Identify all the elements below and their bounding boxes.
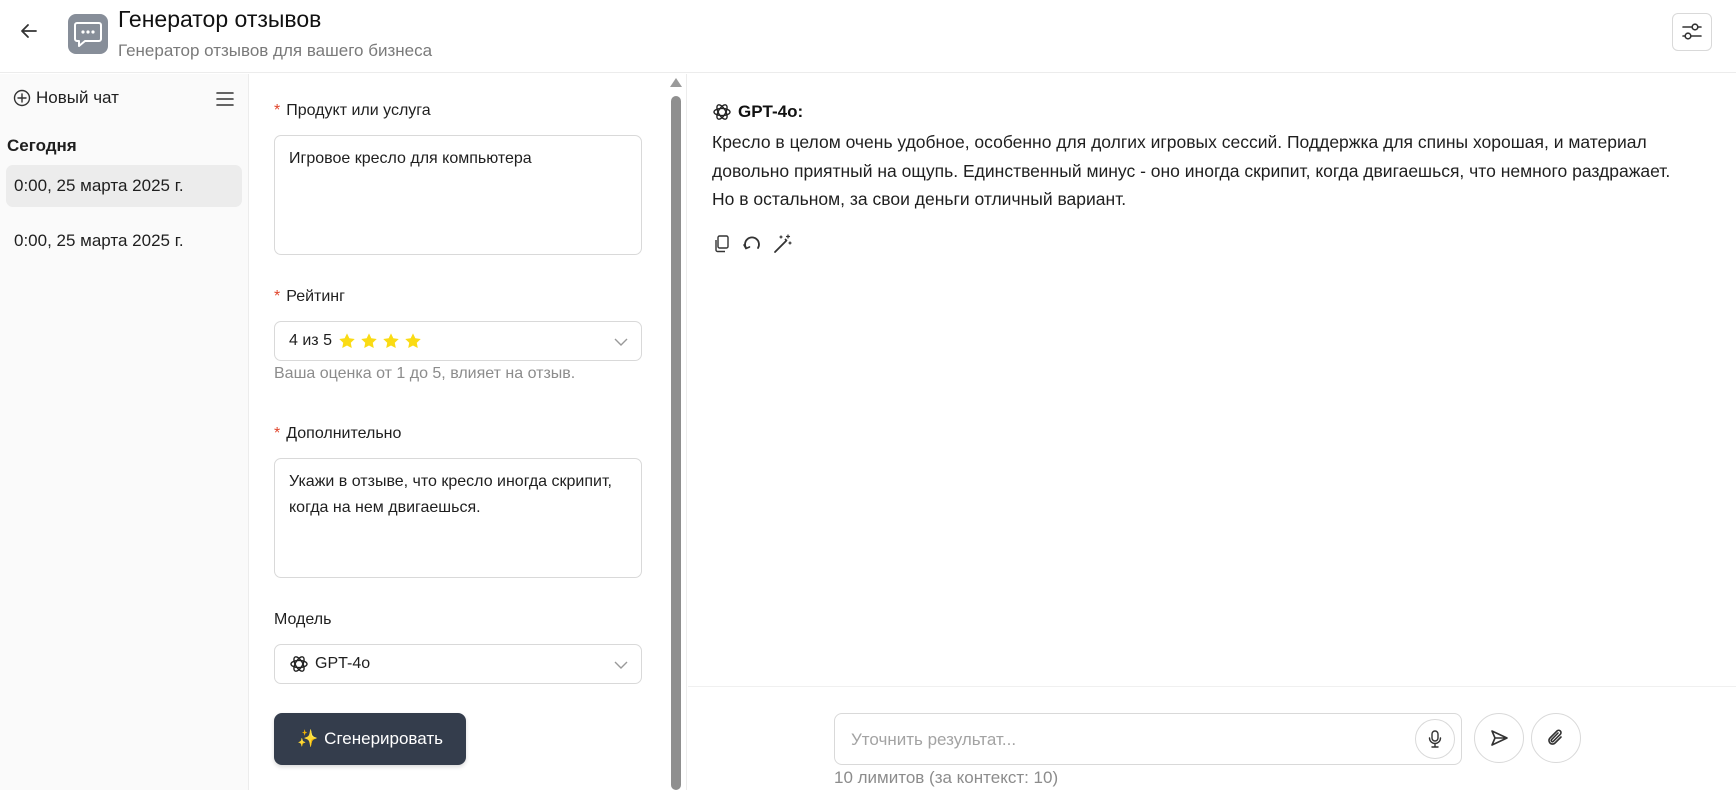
required-mark: *: [274, 288, 281, 305]
star-icon: [361, 333, 377, 349]
microphone-icon: [1428, 730, 1442, 748]
rating-stars: [338, 332, 422, 350]
copy-icon: [715, 235, 729, 253]
model-label: Модель: [274, 611, 332, 628]
sparkles-icon: ✨: [297, 729, 319, 748]
required-mark: *: [274, 425, 281, 442]
message-header: GPT-4o:: [712, 102, 803, 122]
new-chat-button[interactable]: Новый чат: [13, 88, 119, 108]
chevron-down-icon: [614, 338, 628, 346]
history-item-label: 0:00, 25 марта 2025 г.: [14, 176, 184, 195]
generate-label: Сгенерировать: [324, 729, 443, 748]
model-value: GPT-4o: [315, 655, 371, 672]
form-scrollbar[interactable]: [671, 96, 681, 790]
plus-circle-icon: [13, 89, 31, 107]
rating-value: 4 из 5: [289, 332, 332, 349]
app-header: Генератор отзывов Генератор отзывов для …: [0, 0, 1736, 73]
arrow-left-icon: [21, 24, 37, 38]
refine-composer: [834, 713, 1462, 765]
generate-button[interactable]: ✨ Сгенерировать: [274, 713, 466, 765]
chat-area: GPT-4o: Кресло в целом очень удобное, ос…: [688, 74, 1736, 790]
sidebar-menu-button[interactable]: [214, 88, 236, 110]
attach-button[interactable]: [1531, 713, 1581, 763]
history-item[interactable]: 0:00, 25 марта 2025 г.: [6, 165, 242, 207]
send-icon: [1491, 730, 1508, 746]
openai-icon: [713, 104, 731, 120]
review-form-panel: * Продукт или услуга Игровое кресло для к…: [250, 74, 687, 790]
message-actions: [712, 234, 792, 254]
new-chat-label: Новый чат: [36, 88, 119, 107]
chat-history-sidebar: Новый чат Сегодня 0:00, 25 марта 2025 г.…: [0, 74, 249, 790]
hamburger-icon: [216, 92, 234, 106]
rating-select[interactable]: 4 из 5: [274, 321, 642, 361]
product-label: * Продукт или услуга: [274, 102, 431, 119]
limits-counter: 10 лимитов (за контекст: 10): [834, 768, 1059, 787]
scroll-up-arrow[interactable]: [670, 78, 682, 87]
required-mark: *: [274, 102, 281, 119]
history-item-label: 0:00, 25 марта 2025 г.: [14, 231, 184, 250]
chevron-down-icon: [614, 661, 628, 669]
refresh-icon: [743, 236, 760, 250]
extra-label: * Дополнительно: [274, 425, 402, 442]
sliders-icon: [1682, 23, 1702, 40]
extra-input[interactable]: Укажи в отзыве, что кресло иногда скрипи…: [274, 458, 642, 578]
message-text: Кресло в целом очень удобное, особенно д…: [712, 132, 1671, 209]
model-select[interactable]: GPT-4o: [274, 644, 642, 684]
rating-hint: Ваша оценка от 1 до 5, влияет на отзыв.: [274, 365, 576, 382]
paperclip-icon: [1548, 729, 1562, 745]
app-icon: [68, 14, 108, 54]
openai-icon: [290, 656, 308, 672]
back-button[interactable]: [16, 18, 42, 44]
settings-button[interactable]: [1672, 13, 1712, 51]
star-icon: [383, 333, 399, 349]
magic-wand-icon: [774, 234, 792, 253]
product-input[interactable]: Игровое кресло для компьютера: [274, 135, 642, 255]
composer-divider: [688, 686, 1736, 687]
improve-button[interactable]: [772, 234, 792, 254]
page-subtitle: Генератор отзывов для вашего бизнеса: [118, 41, 433, 60]
copy-button[interactable]: [712, 234, 732, 254]
message-author: GPT-4o:: [738, 102, 804, 121]
refine-input[interactable]: [851, 727, 1371, 753]
voice-input-button[interactable]: [1415, 719, 1455, 759]
star-icon: [339, 333, 355, 349]
send-button[interactable]: [1474, 713, 1524, 763]
page-title: Генератор отзывов: [118, 6, 322, 32]
chat-bubble-icon: [74, 22, 102, 47]
history-item[interactable]: 0:00, 25 марта 2025 г.: [6, 220, 242, 262]
section-today: Сегодня: [7, 136, 77, 155]
rating-label: * Рейтинг: [274, 288, 345, 305]
regenerate-button[interactable]: [742, 234, 762, 254]
star-icon: [405, 333, 421, 349]
